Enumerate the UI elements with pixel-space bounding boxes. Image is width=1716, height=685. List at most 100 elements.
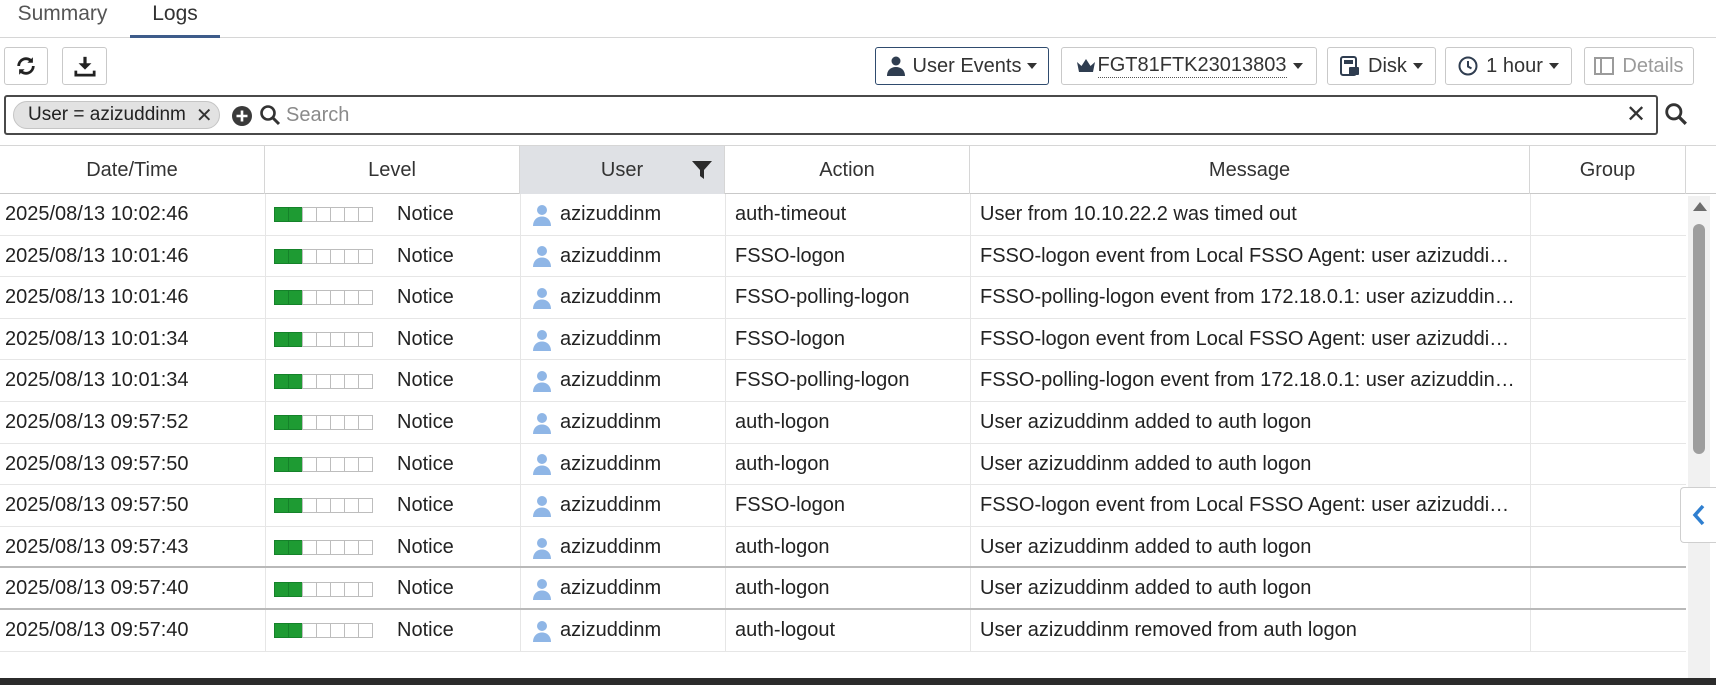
cell-level: Notice — [397, 619, 454, 641]
source-label: Disk — [1368, 54, 1407, 77]
cell-message: User from 10.10.22.2 was timed out — [980, 203, 1297, 225]
cell-user[interactable]: azizuddinm — [560, 319, 720, 361]
level-segment — [302, 290, 317, 306]
column-header-level[interactable]: Level — [265, 146, 520, 194]
level-segment — [344, 207, 359, 223]
level-segment — [358, 623, 373, 639]
cell-group — [1540, 527, 1680, 569]
table-row[interactable]: 2025/08/13 10:02:46 Notice azizuddinm au… — [0, 194, 1686, 236]
cell-action: FSSO-polling-logon — [735, 369, 910, 392]
table-row[interactable]: 2025/08/13 10:01:34 Notice azizuddinm FS… — [0, 318, 1686, 361]
level-bar — [274, 540, 373, 556]
cell-user[interactable]: azizuddinm — [560, 402, 720, 444]
cell-user[interactable]: azizuddinm — [560, 610, 720, 652]
table-row[interactable]: 2025/08/13 09:57:43 Notice azizuddinm au… — [0, 526, 1686, 569]
refresh-button[interactable] — [4, 47, 48, 85]
download-button[interactable] — [62, 47, 107, 85]
level-segment — [330, 540, 345, 556]
cell-level: Notice — [397, 577, 454, 600]
filter-icon[interactable] — [692, 160, 712, 180]
table-row[interactable]: 2025/08/13 10:01:46 Notice azizuddinm FS… — [0, 277, 1686, 319]
log-viewer: Summary Logs User Events FGT81FTK2301380… — [0, 0, 1716, 678]
cell-action: auth-logon — [735, 452, 830, 475]
filter-chip[interactable]: User = azizuddinm ✕ — [13, 101, 220, 129]
details-button[interactable]: Details — [1584, 47, 1694, 85]
level-segment — [330, 248, 345, 264]
level-segment — [302, 207, 317, 223]
cell-group — [1540, 194, 1680, 236]
column-header-user-label: User — [600, 159, 644, 181]
column-header-datetime[interactable]: Date/Time — [0, 146, 265, 194]
cell-datetime: 2025/08/13 10:01:34 — [5, 369, 189, 392]
cell-action: auth-logout — [735, 619, 836, 641]
table-row[interactable]: 2025/08/13 10:01:46 Notice azizuddinm FS… — [0, 235, 1686, 278]
column-header-group[interactable]: Group — [1530, 146, 1686, 194]
cell-action: FSSO-polling-logon — [735, 286, 910, 309]
table-row[interactable]: 2025/08/13 09:57:40 Notice azizuddinm au… — [0, 610, 1686, 652]
cell-datetime: 2025/08/13 09:57:50 — [5, 494, 189, 517]
level-segment — [358, 373, 373, 389]
column-header-user[interactable]: User — [520, 146, 725, 194]
level-segment — [274, 332, 289, 348]
level-segment — [358, 498, 373, 514]
cell-action: auth-logon — [735, 577, 830, 600]
event-type-dropdown[interactable]: User Events — [875, 47, 1049, 85]
level-segment — [330, 373, 345, 389]
crown-icon — [1076, 59, 1095, 72]
table-row[interactable]: 2025/08/13 09:57:50 Notice azizuddinm FS… — [0, 485, 1686, 527]
scroll-up-icon[interactable] — [1693, 202, 1707, 211]
level-segment — [316, 581, 331, 597]
time-range-dropdown[interactable]: 1 hour — [1445, 47, 1572, 85]
source-dropdown[interactable]: Disk — [1327, 47, 1436, 85]
level-segment — [330, 498, 345, 514]
cell-message: User azizuddinm added to auth logon — [980, 577, 1312, 600]
table-row[interactable]: 2025/08/13 09:57:40 Notice azizuddinm au… — [0, 568, 1686, 610]
level-segment — [316, 290, 331, 306]
filter-bar: User = azizuddinm ✕ ✕ — [4, 95, 1658, 135]
level-segment — [274, 456, 289, 472]
level-segment — [316, 207, 331, 223]
cell-user[interactable]: azizuddinm — [560, 236, 720, 278]
column-header-action[interactable]: Action — [725, 146, 970, 194]
cell-datetime: 2025/08/13 10:01:46 — [5, 244, 189, 267]
refresh-icon — [17, 57, 35, 75]
cell-user[interactable]: azizuddinm — [560, 444, 720, 486]
remove-filter-icon[interactable]: ✕ — [196, 103, 213, 128]
device-dropdown[interactable]: FGT81FTK23013803 — [1061, 47, 1317, 85]
cell-group — [1540, 236, 1680, 278]
cell-user[interactable]: azizuddinm — [560, 194, 720, 236]
cell-message: FSSO-logon event from Local FSSO Agent: … — [980, 494, 1520, 517]
level-bar — [274, 581, 373, 597]
level-segment — [358, 540, 373, 556]
cell-action: auth-timeout — [735, 203, 847, 225]
cell-group — [1540, 319, 1680, 361]
table-row[interactable]: 2025/08/13 10:01:34 Notice azizuddinm FS… — [0, 360, 1686, 402]
column-header-message[interactable]: Message — [970, 146, 1530, 194]
add-filter-icon[interactable] — [231, 105, 253, 127]
tab-summary[interactable]: Summary — [0, 0, 125, 38]
vertical-scrollbar[interactable] — [1688, 196, 1710, 678]
search-submit-icon[interactable] — [1664, 102, 1688, 126]
cell-user[interactable]: azizuddinm — [560, 527, 720, 569]
table-row[interactable]: 2025/08/13 09:57:52 Notice azizuddinm au… — [0, 402, 1686, 444]
table-row[interactable]: 2025/08/13 09:57:50 Notice azizuddinm au… — [0, 443, 1686, 486]
level-segment — [274, 290, 289, 306]
cell-user[interactable]: azizuddinm — [560, 277, 720, 319]
cell-group — [1540, 277, 1680, 319]
level-bar — [274, 623, 373, 639]
cell-user[interactable]: azizuddinm — [560, 485, 720, 527]
scroll-thumb[interactable] — [1693, 224, 1705, 454]
chevron-down-icon — [1548, 63, 1559, 69]
side-panel-toggle[interactable] — [1680, 487, 1716, 543]
level-segment — [302, 623, 317, 639]
cell-user[interactable]: azizuddinm — [560, 360, 720, 402]
level-segment — [274, 498, 289, 514]
clear-search-icon[interactable]: ✕ — [1626, 100, 1646, 130]
user-icon — [533, 371, 551, 393]
cell-user[interactable]: azizuddinm — [560, 568, 720, 610]
cell-message: User azizuddinm removed from auth logon — [980, 619, 1357, 641]
chevron-down-icon — [1027, 63, 1038, 69]
search-input[interactable] — [286, 100, 1606, 130]
tab-logs[interactable]: Logs — [130, 0, 220, 38]
cell-datetime: 2025/08/13 09:57:40 — [5, 619, 189, 641]
